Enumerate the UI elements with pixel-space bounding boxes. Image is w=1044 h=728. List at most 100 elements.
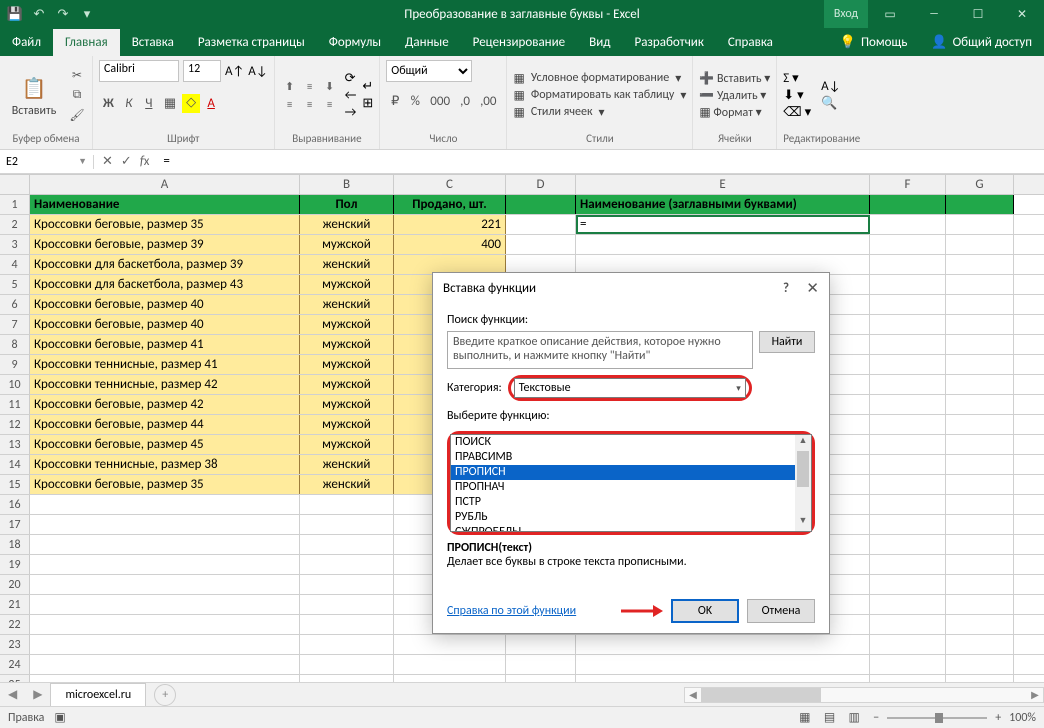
- cell[interactable]: [946, 455, 1014, 474]
- cell[interactable]: мужской: [300, 435, 394, 454]
- cell[interactable]: [946, 375, 1014, 394]
- decrease-font-icon[interactable]: A↓: [248, 64, 267, 79]
- cell[interactable]: [946, 215, 1014, 234]
- delete-cells-button[interactable]: ➖ Удалить ▾: [699, 88, 770, 103]
- align-right-icon[interactable]: ≡: [321, 96, 339, 112]
- tab-insert[interactable]: Вставка: [120, 29, 186, 56]
- row-header[interactable]: 22: [0, 615, 30, 634]
- cell[interactable]: [506, 215, 576, 234]
- cell[interactable]: [870, 415, 946, 434]
- list-item[interactable]: ПРОПИСН: [451, 465, 811, 480]
- cell[interactable]: [946, 395, 1014, 414]
- scroll-up-icon[interactable]: ▲: [795, 435, 811, 451]
- find-select-icon[interactable]: 🔍: [821, 96, 840, 111]
- format-painter-icon[interactable]: 🖌: [68, 106, 86, 124]
- cell[interactable]: мужской: [300, 315, 394, 334]
- list-item[interactable]: ПРОПНАЧ: [451, 480, 811, 495]
- align-left-icon[interactable]: ≡: [281, 96, 299, 112]
- percent-icon[interactable]: %: [406, 92, 424, 111]
- cut-icon[interactable]: ✂: [68, 66, 86, 84]
- function-help-link[interactable]: Справка по этой функции: [447, 604, 576, 618]
- cell[interactable]: [946, 255, 1014, 274]
- cell[interactable]: [946, 315, 1014, 334]
- row-header[interactable]: 11: [0, 395, 30, 414]
- cell[interactable]: Кроссовки беговые, размер 42: [30, 395, 300, 414]
- row-header[interactable]: 12: [0, 415, 30, 434]
- italic-button[interactable]: К: [120, 94, 138, 113]
- cell[interactable]: Кроссовки беговые, размер 39: [30, 235, 300, 254]
- name-box[interactable]: E2▼: [0, 155, 94, 169]
- increase-decimal-icon[interactable]: ,0: [456, 92, 474, 111]
- list-item[interactable]: ПОИСК: [451, 435, 811, 450]
- tab-formulas[interactable]: Формулы: [317, 29, 393, 56]
- find-button[interactable]: Найти: [759, 331, 815, 353]
- row-header[interactable]: 2: [0, 215, 30, 234]
- cell[interactable]: [870, 635, 946, 654]
- function-list-scrollbar[interactable]: ▲ ▼: [795, 435, 811, 531]
- cell[interactable]: [870, 335, 946, 354]
- tab-home[interactable]: Главная: [53, 29, 120, 56]
- orientation-icon[interactable]: ⟳: [345, 71, 357, 86]
- row-header[interactable]: 20: [0, 575, 30, 594]
- category-select[interactable]: Текстовые▾: [514, 378, 746, 398]
- cell-styles-button[interactable]: ▦Стили ячеек ▾: [513, 105, 686, 120]
- cell[interactable]: [300, 595, 394, 614]
- zoom-in-icon[interactable]: +: [995, 711, 1001, 725]
- cell[interactable]: Кроссовки беговые, размер 40: [30, 295, 300, 314]
- ok-button[interactable]: OK: [671, 599, 739, 623]
- col-header-c[interactable]: C: [394, 175, 506, 194]
- cell[interactable]: [870, 255, 946, 274]
- login-button[interactable]: Вход: [824, 0, 868, 28]
- dialog-help-icon[interactable]: ?: [783, 281, 789, 296]
- decrease-indent-icon[interactable]: ←: [345, 88, 357, 103]
- cell[interactable]: Кроссовки беговые, размер 41: [30, 335, 300, 354]
- page-break-view-icon[interactable]: ▥: [843, 710, 865, 725]
- cell[interactable]: женский: [300, 215, 394, 234]
- cell[interactable]: [506, 195, 576, 214]
- cell[interactable]: [870, 595, 946, 614]
- cell[interactable]: мужской: [300, 335, 394, 354]
- list-item[interactable]: ПРАВСИМВ: [451, 450, 811, 465]
- cell[interactable]: =: [576, 215, 870, 234]
- cell[interactable]: [870, 475, 946, 494]
- cell[interactable]: [870, 655, 946, 674]
- cell[interactable]: Наименование (заглавными буквами): [576, 195, 870, 214]
- dialog-titlebar[interactable]: Вставка функции ? ✕: [433, 273, 829, 303]
- cell[interactable]: [870, 315, 946, 334]
- sheet-nav-next-icon[interactable]: ▶: [25, 687, 50, 702]
- cancel-formula-icon[interactable]: ✕: [102, 154, 113, 169]
- list-item[interactable]: ПСТР: [451, 495, 811, 510]
- function-list[interactable]: ПОИСКПРАВСИМВПРОПИСНПРОПНАЧПСТРРУБЛЬСЖПР…: [450, 434, 812, 532]
- cell[interactable]: мужской: [300, 355, 394, 374]
- row-header[interactable]: 13: [0, 435, 30, 454]
- cell[interactable]: Кроссовки беговые, размер 44: [30, 415, 300, 434]
- cancel-button[interactable]: Отмена: [747, 599, 815, 623]
- cell[interactable]: [946, 535, 1014, 554]
- tab-data[interactable]: Данные: [393, 29, 461, 56]
- cell[interactable]: [946, 415, 1014, 434]
- autosum-icon[interactable]: Σ ▾: [783, 71, 811, 86]
- row-header[interactable]: 16: [0, 495, 30, 514]
- row-header[interactable]: 8: [0, 335, 30, 354]
- add-sheet-button[interactable]: +: [154, 684, 176, 706]
- cell[interactable]: [300, 655, 394, 674]
- cell[interactable]: [870, 455, 946, 474]
- macro-record-icon[interactable]: ▣: [54, 710, 65, 725]
- page-layout-view-icon[interactable]: ▤: [818, 710, 840, 725]
- tab-review[interactable]: Рецензирование: [461, 29, 577, 56]
- fill-color-button[interactable]: ◇: [182, 94, 200, 113]
- scroll-left-icon[interactable]: ◀: [685, 688, 701, 701]
- cell[interactable]: женский: [300, 255, 394, 274]
- cell[interactable]: [870, 555, 946, 574]
- col-header-b[interactable]: B: [300, 175, 394, 194]
- cell[interactable]: [946, 295, 1014, 314]
- row-header[interactable]: 24: [0, 655, 30, 674]
- enter-formula-icon[interactable]: ✓: [121, 154, 132, 169]
- cell[interactable]: Кроссовки беговые, размер 45: [30, 435, 300, 454]
- cell[interactable]: Продано, шт.: [394, 195, 506, 214]
- cell[interactable]: [870, 375, 946, 394]
- cell[interactable]: [946, 575, 1014, 594]
- align-center-icon[interactable]: ≡: [301, 96, 319, 112]
- cell[interactable]: [870, 395, 946, 414]
- maximize-icon[interactable]: ☐: [956, 0, 1000, 28]
